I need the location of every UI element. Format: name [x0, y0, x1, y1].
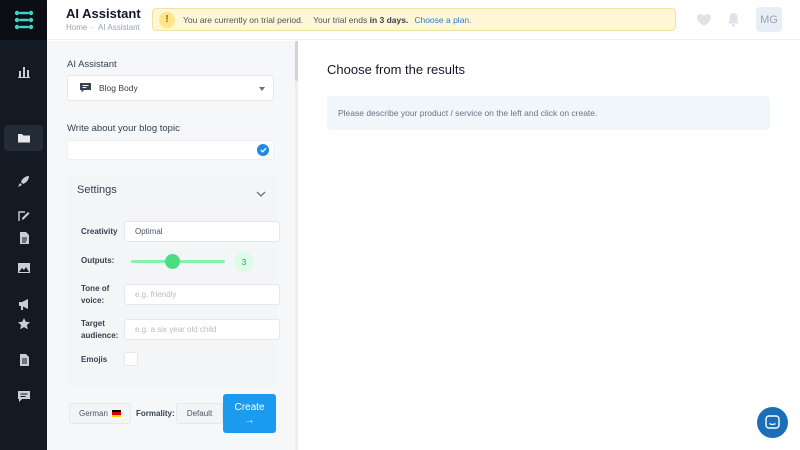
outputs-value-badge: 3: [234, 252, 254, 272]
edit-icon[interactable]: [0, 205, 47, 227]
warning-icon: !: [159, 11, 175, 28]
document-icon[interactable]: [0, 227, 47, 249]
language-label: German: [79, 409, 108, 418]
breadcrumb-current[interactable]: AI Assistant: [98, 23, 140, 32]
chat-bubble-icon: [765, 415, 780, 429]
results-title: Choose from the results: [327, 62, 466, 77]
check-icon: [257, 144, 269, 156]
list-document-icon[interactable]: [0, 349, 47, 371]
breadcrumb-separator: ·: [91, 23, 95, 32]
folder-icon[interactable]: [4, 125, 43, 151]
creativity-select[interactable]: Optimal: [124, 221, 280, 242]
bell-icon[interactable]: [725, 12, 741, 28]
assistant-select-value: Blog Body: [99, 83, 138, 93]
formality-label: Formality:: [136, 409, 175, 418]
trial-duration: in 3 days.: [369, 14, 409, 25]
star-icon[interactable]: [0, 313, 47, 335]
settings-title[interactable]: Settings: [77, 184, 117, 196]
assistant-select[interactable]: Blog Body: [67, 75, 274, 101]
results-placeholder: Please describe your product / service o…: [327, 96, 770, 130]
create-button-label: Create: [234, 401, 265, 413]
topic-label: Write about your blog topic: [67, 123, 180, 134]
outputs-label: Outputs:: [81, 256, 115, 265]
language-button[interactable]: German: [69, 403, 131, 424]
support-chat-button[interactable]: [757, 407, 788, 438]
audience-input[interactable]: e.g. a six year old child: [124, 319, 280, 340]
stats-icon[interactable]: [0, 61, 47, 83]
choose-plan-link[interactable]: Choose a plan.: [414, 15, 471, 25]
breadcrumb: Home · AI Assistant: [66, 23, 140, 32]
app-logo-icon[interactable]: [0, 0, 47, 40]
chevron-down-icon[interactable]: [256, 185, 266, 203]
trial-ends-text: Your trial ends: [313, 14, 368, 25]
heart-icon[interactable]: [696, 12, 712, 28]
tone-input[interactable]: e.g. friendly: [124, 284, 280, 305]
megaphone-icon[interactable]: [0, 293, 47, 315]
breadcrumb-home[interactable]: Home: [66, 23, 87, 32]
chat-icon: [80, 83, 91, 93]
emojis-checkbox[interactable]: [124, 352, 138, 366]
trial-message: You are currently on trial period.: [183, 14, 304, 25]
formality-select[interactable]: Default: [176, 403, 223, 424]
german-flag-icon: [111, 410, 121, 417]
outputs-slider-handle[interactable]: [165, 254, 180, 269]
caret-down-icon: [259, 87, 265, 91]
assistant-label: AI Assistant: [67, 59, 117, 70]
tone-label: Tone of voice:: [81, 284, 110, 305]
image-icon[interactable]: [0, 257, 47, 279]
trial-banner: ! You are currently on trial period. You…: [152, 8, 676, 31]
user-avatar[interactable]: MG: [756, 7, 782, 32]
emojis-label: Emojis: [81, 355, 108, 364]
arrow-right-icon: →: [244, 414, 255, 426]
page-title: AI Assistant: [66, 6, 141, 21]
create-button[interactable]: Create →: [223, 394, 276, 433]
creativity-label: Creativity: [81, 227, 118, 236]
topic-input[interactable]: [67, 140, 274, 160]
scrollbar-track[interactable]: [295, 41, 298, 450]
rocket-icon[interactable]: [0, 170, 47, 192]
scrollbar-thumb[interactable]: [295, 41, 298, 81]
sidebar: [0, 0, 47, 450]
top-header: AI Assistant Home · AI Assistant ! You are…: [47, 0, 800, 40]
message-icon[interactable]: [0, 385, 47, 407]
audience-label: Target audience:: [81, 319, 119, 340]
